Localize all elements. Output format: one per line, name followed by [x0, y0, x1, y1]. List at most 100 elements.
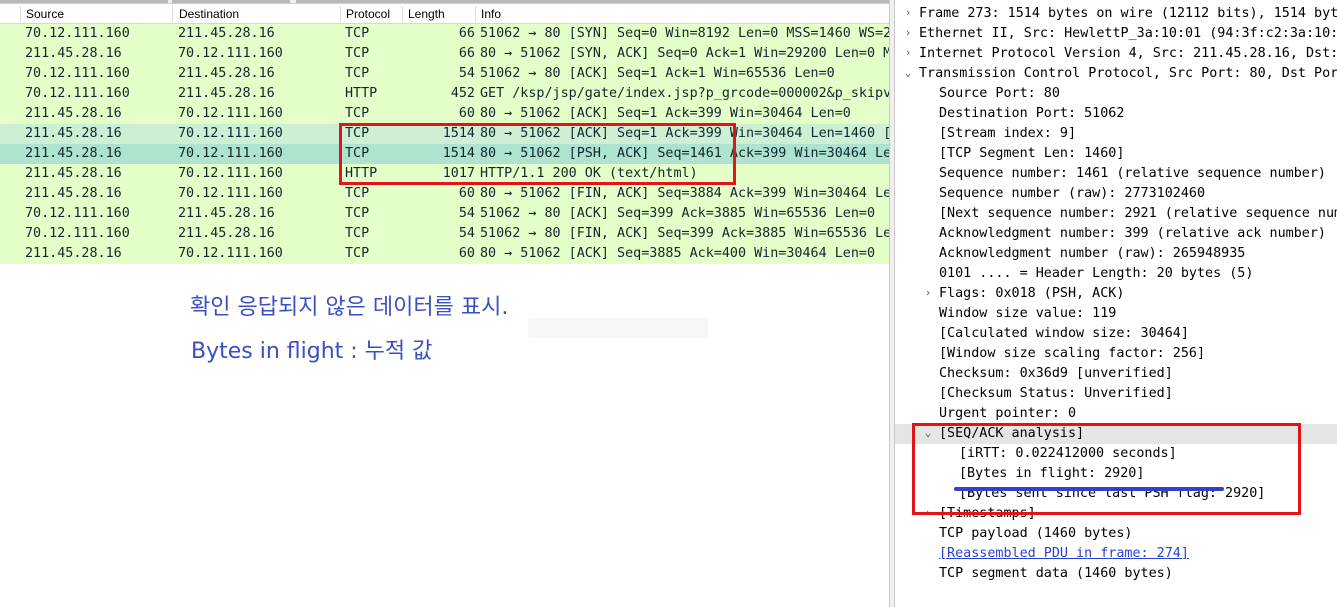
tree-node-label: Window size value: 119 [939, 306, 1117, 321]
packet-protocol-cell: TCP [345, 46, 370, 61]
tree-node[interactable]: [Stream index: 9] [895, 124, 1337, 144]
packet-row[interactable]: 211.45.28.16 70.12.111.160 TCP 66 80 → 51062… [0, 44, 889, 64]
scroll-thumb-2[interactable] [172, 0, 290, 3]
tree-node-label: Ethernet II, Src: HewlettP_3a:10:01 (94:… [919, 26, 1337, 41]
tree-node[interactable]: Destination Port: 51062 [895, 104, 1337, 124]
tree-node-label: Urgent pointer: 0 [939, 406, 1077, 421]
tree-node[interactable]: [Reassembled PDU in frame: 274] [895, 544, 1337, 564]
tree-node-label: Internet Protocol Version 4, Src: 211.45… [919, 46, 1337, 61]
packet-destination-cell: 70.12.111.160 [178, 166, 283, 181]
packet-source-cell: 70.12.111.160 [25, 206, 130, 221]
tree-node[interactable]: Checksum: 0x36d9 [unverified] [895, 364, 1337, 384]
packet-row[interactable]: 211.45.28.16 70.12.111.160 TCP 60 80 → 51062… [0, 104, 889, 124]
column-header-source[interactable]: Source [26, 7, 64, 21]
chevron-right-icon[interactable]: › [922, 286, 934, 299]
packet-protocol-cell: TCP [345, 106, 370, 121]
packet-destination-cell: 70.12.111.160 [178, 126, 283, 141]
packet-source-cell: 211.45.28.16 [25, 126, 122, 141]
scroll-thumb-3[interactable] [296, 0, 889, 3]
chevron-right-icon[interactable]: › [902, 6, 914, 19]
annotation-korean-note: 확인 응답되지 않은 데이터를 표시. [190, 295, 509, 320]
tree-node[interactable]: Urgent pointer: 0 [895, 404, 1337, 424]
tree-node-label: Acknowledgment number (raw): 265948935 [939, 246, 1246, 261]
chevron-right-icon[interactable]: › [902, 26, 914, 39]
chevron-right-icon[interactable]: › [902, 46, 914, 59]
packet-destination-cell: 211.45.28.16 [178, 206, 275, 221]
highlight-box-packets [339, 123, 736, 185]
tree-node[interactable]: TCP segment data (1460 bytes) [895, 564, 1337, 584]
column-header-destination[interactable]: Destination [179, 7, 239, 21]
tree-node[interactable]: Source Port: 80 [895, 84, 1337, 104]
packet-row[interactable]: 211.45.28.16 70.12.111.160 TCP 60 80 → 51062… [0, 244, 889, 264]
packet-info-cell: 80 → 51062 [ACK] Seq=1 Ack=399 Win=30464… [480, 106, 851, 121]
tree-node[interactable]: [TCP Segment Len: 1460] [895, 144, 1337, 164]
packet-row[interactable]: 211.45.28.16 70.12.111.160 TCP 60 80 → 51062… [0, 184, 889, 204]
tree-node-label: Flags: 0x018 (PSH, ACK) [939, 286, 1125, 301]
tree-node-label: Source Port: 80 [939, 86, 1060, 101]
chevron-down-icon[interactable]: ⌄ [902, 66, 914, 79]
tree-node-expandable[interactable]: › Flags: 0x018 (PSH, ACK) [895, 284, 1337, 304]
tree-node-label: Sequence number (raw): 2773102460 [939, 186, 1206, 201]
tree-node[interactable]: Acknowledgment number (raw): 265948935 [895, 244, 1337, 264]
tree-node[interactable]: 0101 .... = Header Length: 20 bytes (5) [895, 264, 1337, 284]
packet-destination-cell: 211.45.28.16 [178, 226, 275, 241]
tree-node-expandable[interactable]: › Ethernet II, Src: HewlettP_3a:10:01 (94… [895, 24, 1337, 44]
tree-node-label: [TCP Segment Len: 1460] [939, 146, 1125, 161]
packet-length-cell: 54 [458, 66, 475, 81]
packet-info-cell: 51062 → 80 [SYN] Seq=0 Win=8192 Len=0 MS… [480, 26, 889, 41]
tree-node-label: [Next sequence number: 2921 (relative se… [939, 206, 1337, 221]
packet-row[interactable]: 70.12.111.160 211.45.28.16 HTTP 452 GET /ksp… [0, 84, 889, 104]
packet-length-cell: 60 [458, 106, 475, 121]
tree-node[interactable]: [Calculated window size: 30464] [895, 324, 1337, 344]
tree-node[interactable]: Sequence number: 1461 (relative sequence… [895, 164, 1337, 184]
packet-length-cell: 54 [458, 226, 475, 241]
packet-length-cell: 60 [458, 246, 475, 261]
packet-source-cell: 211.45.28.16 [25, 186, 122, 201]
packet-destination-cell: 211.45.28.16 [178, 86, 275, 101]
tree-node[interactable]: TCP payload (1460 bytes) [895, 524, 1337, 544]
packet-destination-cell: 211.45.28.16 [178, 26, 275, 41]
packet-row[interactable]: 70.12.111.160 211.45.28.16 TCP 54 51062 → 80… [0, 204, 889, 224]
tree-node[interactable]: Window size value: 119 [895, 304, 1337, 324]
column-header-info[interactable]: Info [481, 7, 501, 21]
column-header-length[interactable]: Length [408, 7, 445, 21]
tree-node-expandable[interactable]: › Internet Protocol Version 4, Src: 211.4… [895, 44, 1337, 64]
highlight-box-seq-ack [912, 423, 1301, 515]
tree-node-expandable[interactable]: › Frame 273: 1514 bytes on wire (12112 bi… [895, 4, 1337, 24]
tree-node-label: Acknowledgment number: 399 (relative ack… [939, 226, 1326, 241]
packet-protocol-cell: TCP [345, 186, 370, 201]
annotation-bytes-in-flight-note: Bytes in flight : 누적 값 [191, 339, 433, 364]
tree-node[interactable]: Acknowledgment number: 399 (relative ack… [895, 224, 1337, 244]
tree-node[interactable]: [Window size scaling factor: 256] [895, 344, 1337, 364]
tree-node[interactable]: [Checksum Status: Unverified] [895, 384, 1337, 404]
packet-source-cell: 70.12.111.160 [25, 66, 130, 81]
tree-node-label: Checksum: 0x36d9 [unverified] [939, 366, 1173, 381]
packet-source-cell: 70.12.111.160 [25, 86, 130, 101]
packet-info-cell: 80 → 51062 [FIN, ACK] Seq=3884 Ack=399 W… [480, 186, 889, 201]
packet-row[interactable]: 70.12.111.160 211.45.28.16 TCP 54 51062 → 80… [0, 224, 889, 244]
packet-row[interactable]: 70.12.111.160 211.45.28.16 TCP 54 51062 → 80… [0, 64, 889, 84]
packet-list-header: Source Destination Protocol Length Info [0, 4, 889, 24]
packet-length-cell: 60 [458, 186, 475, 201]
packet-length-cell: 452 [450, 86, 475, 101]
packet-details-pane: › Frame 273: 1514 bytes on wire (12112 bi… [895, 0, 1337, 607]
packet-source-cell: 70.12.111.160 [25, 226, 130, 241]
tree-node-label: TCP payload (1460 bytes) [939, 526, 1133, 541]
column-header-protocol[interactable]: Protocol [346, 7, 390, 21]
tree-node-expandable[interactable]: ⌄ Transmission Control Protocol, Src Port… [895, 64, 1337, 84]
packet-protocol-cell: TCP [345, 66, 370, 81]
scroll-thumb-1[interactable] [0, 0, 168, 3]
packet-source-cell: 70.12.111.160 [25, 26, 130, 41]
packet-source-cell: 211.45.28.16 [25, 46, 122, 61]
tree-node[interactable]: Sequence number (raw): 2773102460 [895, 184, 1337, 204]
tree-node-label: Destination Port: 51062 [939, 106, 1125, 121]
tree-node-label: Sequence number: 1461 (relative sequence… [939, 166, 1326, 181]
packet-source-cell: 211.45.28.16 [25, 166, 122, 181]
tree-node-label: 0101 .... = Header Length: 20 bytes (5) [939, 266, 1254, 281]
tree-node-label: [Calculated window size: 30464] [939, 326, 1189, 341]
packet-row[interactable]: 70.12.111.160 211.45.28.16 TCP 66 51062 → 80… [0, 24, 889, 44]
tree-node-link[interactable]: [Reassembled PDU in frame: 274] [939, 546, 1189, 561]
packet-destination-cell: 70.12.111.160 [178, 246, 283, 261]
tree-node[interactable]: [Next sequence number: 2921 (relative se… [895, 204, 1337, 224]
tree-node-label: [Checksum Status: Unverified] [939, 386, 1173, 401]
